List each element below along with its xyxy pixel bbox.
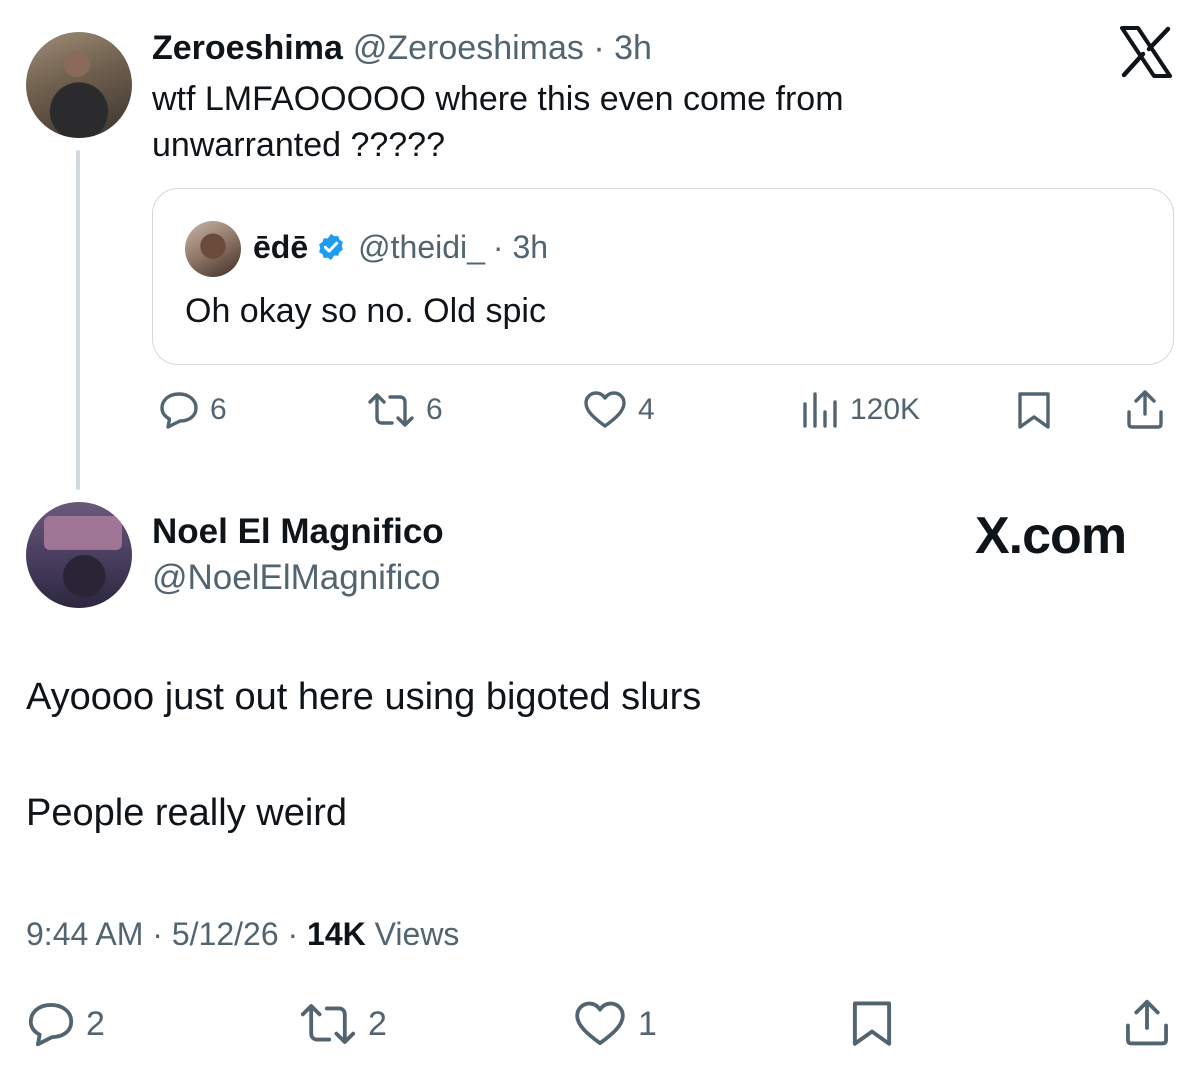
quoted-author-avatar [185,221,241,277]
main-author-avatar[interactable] [26,502,132,608]
quoted-tweet-header: ēdē @theidi_ · 3h [253,227,548,267]
quoted-tweet-card[interactable]: ēdē @theidi_ · 3h Oh okay so no. Old spi… [152,188,1174,365]
parent-bookmark-button[interactable] [1016,390,1052,430]
parent-like-button[interactable]: 4 [582,390,655,430]
main-author-name[interactable]: Noel El Magnifico [152,510,444,554]
tweet-time[interactable]: 9:44 AM [26,916,143,952]
x-com-watermark: X.com [975,507,1127,565]
parent-reply-button[interactable]: 6 [158,390,227,430]
parent-author-avatar[interactable] [26,32,132,138]
main-repost-button[interactable]: 2 [298,1000,387,1048]
reply-icon [28,1003,74,1047]
main-like-button[interactable]: 1 [572,1000,657,1048]
parent-tweet-header: Zeroeshima @Zeroeshimas · 3h [152,28,652,68]
repost-icon [368,393,414,427]
main-author-handle[interactable]: @NoelElMagnifico [152,556,440,600]
parent-tweet-text-line: wtf LMFAOOOOO where this even come from [152,80,844,118]
parent-repost-count: 6 [426,393,443,426]
x-logo-icon [1120,26,1172,78]
quoted-author-handle: @theidi_ [358,229,485,265]
quoted-author-name: ēdē [253,229,309,265]
main-tweet-text-line: People really weird [26,792,348,834]
quoted-tweet-time: · 3h [492,229,549,265]
parent-reply-count: 6 [210,393,227,426]
bookmark-icon [1018,392,1050,429]
parent-author-name[interactable]: Zeroeshima [152,29,343,67]
parent-tweet-text: wtf LMFAOOOOO where this even come from … [152,76,1032,168]
parent-tweet-time[interactable]: · 3h [593,29,652,67]
views-count: 14K [307,916,366,952]
verified-badge-icon [319,233,344,261]
reply-icon [160,392,198,429]
bookmark-icon [852,1001,892,1046]
parent-author-handle[interactable]: @Zeroeshimas [353,29,584,67]
main-reply-count: 2 [86,1004,105,1043]
views-chart-icon [803,392,837,428]
parent-repost-button[interactable]: 6 [366,390,443,430]
main-tweet-text-line: Ayoooo just out here using bigoted slurs [26,676,702,718]
quoted-tweet-text: Oh okay so no. Old spic [185,292,546,330]
parent-views-count: 120K [850,393,921,426]
main-bookmark-button[interactable] [850,998,894,1048]
main-share-button[interactable] [1122,996,1172,1048]
share-icon [1126,999,1168,1046]
parent-views-button[interactable]: 120K [800,390,920,430]
main-repost-count: 2 [368,1004,387,1043]
heart-icon [575,1001,625,1046]
parent-share-button[interactable] [1124,388,1166,430]
parent-tweet-text-line: unwarranted ????? [152,126,446,164]
parent-like-count: 4 [638,393,655,426]
repost-icon [300,1004,356,1044]
heart-icon [584,391,626,428]
thread-connector-line [76,150,80,490]
views-label: Views [374,916,460,952]
share-icon [1127,390,1163,429]
main-like-count: 1 [638,1004,657,1043]
tweet-date[interactable]: 5/12/26 [172,916,279,952]
tweet-meta: 9:44 AM · 5/12/26 · 14K Views [26,916,460,952]
main-reply-button[interactable]: 2 [26,1000,105,1048]
